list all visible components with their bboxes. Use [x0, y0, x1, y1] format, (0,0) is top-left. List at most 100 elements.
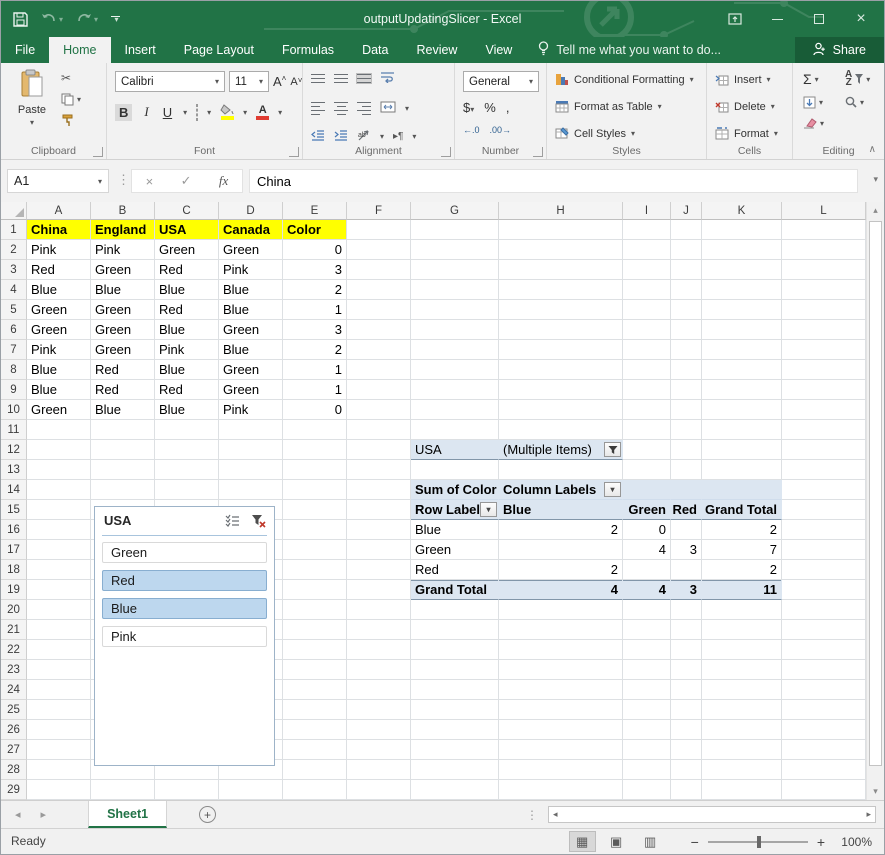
cell-L28[interactable] — [782, 760, 866, 780]
reading-order-dropdown-icon[interactable]: ▾ — [412, 132, 416, 141]
cell-A4[interactable]: Blue — [27, 280, 91, 300]
cell-I29[interactable] — [623, 780, 671, 800]
cell-K14[interactable] — [702, 480, 782, 500]
cell-A17[interactable] — [27, 540, 91, 560]
cell-I18[interactable] — [623, 560, 671, 580]
cell-F2[interactable] — [347, 240, 411, 260]
shrink-font-button[interactable]: A˅ — [290, 76, 302, 88]
cell-J23[interactable] — [671, 660, 702, 680]
cancel-icon[interactable]: × — [146, 174, 154, 189]
cell-L19[interactable] — [782, 580, 866, 600]
cell-C1[interactable]: USA — [155, 220, 219, 240]
cell-H12[interactable]: (Multiple Items) — [499, 440, 623, 460]
row-header-19[interactable]: 19 — [1, 580, 27, 600]
tab-review[interactable]: Review — [402, 37, 471, 63]
cell-H17[interactable] — [499, 540, 623, 560]
row-header-4[interactable]: 4 — [1, 280, 27, 300]
cell-styles-button[interactable]: Cell Styles▾ — [555, 127, 635, 140]
cell-E3[interactable]: 3 — [283, 260, 347, 280]
cell-A7[interactable]: Pink — [27, 340, 91, 360]
cell-H28[interactable] — [499, 760, 623, 780]
sheet-tab-sheet1[interactable]: Sheet1 — [88, 801, 167, 828]
cell-F9[interactable] — [347, 380, 411, 400]
cell-G19[interactable]: Grand Total — [411, 580, 499, 600]
column-header-F[interactable]: F — [347, 202, 411, 220]
zoom-slider[interactable] — [708, 841, 808, 843]
cell-K13[interactable] — [702, 460, 782, 480]
cell-E25[interactable] — [283, 700, 347, 720]
cell-A28[interactable] — [27, 760, 91, 780]
cell-E15[interactable] — [283, 500, 347, 520]
increase-indent-button[interactable] — [334, 130, 348, 144]
zoom-slider-handle[interactable] — [757, 836, 761, 848]
tab-formulas[interactable]: Formulas — [268, 37, 348, 63]
cell-A16[interactable] — [27, 520, 91, 540]
cell-J29[interactable] — [671, 780, 702, 800]
cell-E22[interactable] — [283, 640, 347, 660]
cell-L24[interactable] — [782, 680, 866, 700]
decrease-indent-button[interactable] — [311, 130, 325, 144]
cut-button[interactable]: ✂ — [61, 71, 81, 85]
name-box-dropdown-icon[interactable]: ▾ — [98, 177, 102, 186]
font-color-button[interactable]: A — [256, 105, 269, 120]
clipboard-dialog-launcher-icon[interactable] — [93, 147, 103, 157]
cell-L9[interactable] — [782, 380, 866, 400]
row-header-7[interactable]: 7 — [1, 340, 27, 360]
cell-J2[interactable] — [671, 240, 702, 260]
cell-L23[interactable] — [782, 660, 866, 680]
row-header-23[interactable]: 23 — [1, 660, 27, 680]
pivot-dropdown-icon[interactable]: ▾ — [480, 502, 497, 517]
cell-B10[interactable]: Blue — [91, 400, 155, 420]
cell-A18[interactable] — [27, 560, 91, 580]
cell-E5[interactable]: 1 — [283, 300, 347, 320]
cell-H8[interactable] — [499, 360, 623, 380]
alignment-dialog-launcher-icon[interactable] — [441, 147, 451, 157]
cell-G2[interactable] — [411, 240, 499, 260]
row-header-16[interactable]: 16 — [1, 520, 27, 540]
cell-G18[interactable]: Red — [411, 560, 499, 580]
slicer-item-blue[interactable]: Blue — [102, 598, 267, 619]
cell-F12[interactable] — [347, 440, 411, 460]
bold-button[interactable]: B — [115, 104, 132, 121]
insert-function-icon[interactable]: fx — [219, 173, 228, 189]
cell-J13[interactable] — [671, 460, 702, 480]
cell-I20[interactable] — [623, 600, 671, 620]
cell-K2[interactable] — [702, 240, 782, 260]
merge-center-button[interactable] — [380, 101, 396, 116]
tab-home[interactable]: Home — [49, 37, 110, 63]
tab-view[interactable]: View — [471, 37, 526, 63]
cell-H6[interactable] — [499, 320, 623, 340]
cell-D1[interactable]: Canada — [219, 220, 283, 240]
cell-G13[interactable] — [411, 460, 499, 480]
cell-D14[interactable] — [219, 480, 283, 500]
zoom-out-icon[interactable]: − — [691, 834, 699, 850]
cell-G29[interactable] — [411, 780, 499, 800]
cell-H19[interactable]: 4 — [499, 580, 623, 600]
orientation-dropdown-icon[interactable]: ▾ — [380, 132, 384, 141]
slicer-item-pink[interactable]: Pink — [102, 626, 267, 647]
cell-A21[interactable] — [27, 620, 91, 640]
cell-A13[interactable] — [27, 460, 91, 480]
cell-G28[interactable] — [411, 760, 499, 780]
cell-F10[interactable] — [347, 400, 411, 420]
vertical-scrollbar[interactable]: ▴ ▾ — [866, 202, 884, 800]
cell-H22[interactable] — [499, 640, 623, 660]
cell-C13[interactable] — [155, 460, 219, 480]
new-sheet-button[interactable]: + — [199, 806, 216, 823]
cell-I11[interactable] — [623, 420, 671, 440]
cell-K12[interactable] — [702, 440, 782, 460]
usa-slicer[interactable]: USA GreenRedBluePink — [94, 506, 275, 766]
cell-B2[interactable]: Pink — [91, 240, 155, 260]
row-header-18[interactable]: 18 — [1, 560, 27, 580]
top-align-button[interactable] — [311, 74, 325, 84]
cell-H27[interactable] — [499, 740, 623, 760]
scroll-left-icon[interactable]: ◂ — [553, 809, 558, 820]
cell-F22[interactable] — [347, 640, 411, 660]
cell-I24[interactable] — [623, 680, 671, 700]
formula-bar-splitter[interactable]: ⋮ — [117, 172, 130, 188]
cell-J21[interactable] — [671, 620, 702, 640]
cell-K29[interactable] — [702, 780, 782, 800]
cell-G16[interactable]: Blue — [411, 520, 499, 540]
comma-style-button[interactable]: , — [506, 100, 510, 115]
cell-L12[interactable] — [782, 440, 866, 460]
